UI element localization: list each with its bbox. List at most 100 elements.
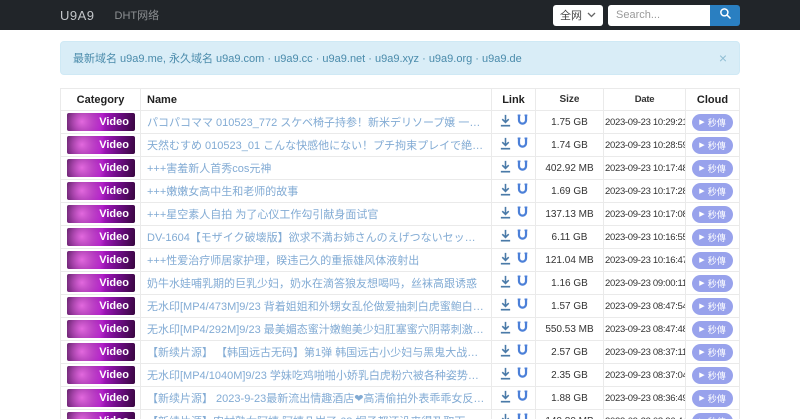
category-badge[interactable]: Video [67, 366, 135, 384]
magnet-icon[interactable] [516, 252, 529, 268]
instant-transfer-label: 秒傳 [707, 370, 726, 381]
close-icon[interactable]: × [719, 51, 727, 65]
instant-transfer-button[interactable]: ▶秒傳 [692, 366, 733, 384]
table-row: Video 【新续片源】农村熟女阿姨 阿姨几岁了 68 帽子都还没来得及取下 就开… [60, 409, 740, 419]
size-cell: 140.80 MB [535, 409, 604, 419]
torrent-name-link[interactable]: 无水印[MP4/473M]9/23 背着姐姐和外甥女乱伦做爱抽刺白虎蜜鲍白带都干… [147, 298, 485, 314]
table-row: Video 无水印[MP4/473M]9/23 背着姐姐和外甥女乱伦做爱抽刺白虎蜜… [60, 294, 740, 318]
instant-transfer-label: 秒傳 [707, 393, 726, 404]
date-cell: 2023-09-23 09:00:11 [603, 271, 686, 295]
magnet-icon[interactable] [516, 321, 529, 337]
category-badge[interactable]: Video [67, 136, 135, 154]
torrent-name-link[interactable]: +++性爱治疗师居家护理，睽违己久的重振雄风体液射出 [147, 252, 485, 268]
table-row: Video 天然むすめ 010523_01 こんな快感他にない！プチ拘束プレイで絶… [60, 133, 740, 157]
magnet-icon[interactable] [516, 390, 529, 406]
magnet-icon[interactable] [516, 114, 529, 130]
magnet-icon[interactable] [516, 229, 529, 245]
instant-transfer-button[interactable]: ▶秒傳 [692, 274, 733, 292]
instant-transfer-label: 秒傳 [707, 209, 726, 220]
instant-transfer-button[interactable]: ▶秒傳 [692, 320, 733, 338]
download-icon[interactable] [499, 367, 512, 383]
nav-dht-link[interactable]: DHT网络 [115, 7, 160, 23]
play-icon: ▶ [699, 187, 705, 195]
category-badge[interactable]: Video [67, 389, 135, 407]
top-navbar: U9A9 DHT网络 全网 [0, 0, 800, 30]
category-badge[interactable]: Video [67, 320, 135, 338]
instant-transfer-button[interactable]: ▶秒傳 [692, 113, 733, 131]
category-badge[interactable]: Video [67, 205, 135, 223]
category-badge[interactable]: Video [67, 228, 135, 246]
magnet-icon[interactable] [516, 183, 529, 199]
table-header-row: Category Name Link Size Date Cloud [60, 88, 740, 111]
instant-transfer-label: 秒傳 [707, 163, 726, 174]
instant-transfer-button[interactable]: ▶秒傳 [692, 389, 733, 407]
download-icon[interactable] [499, 206, 512, 222]
torrent-name-link[interactable]: +++嫩嫩女高中生和老师的故事 [147, 183, 485, 199]
brand-logo[interactable]: U9A9 [60, 8, 95, 23]
play-icon: ▶ [699, 348, 705, 356]
table-row: Video 【新续片源】 【韩国远古无码】第1弹 韩国远古小少妇与黑鬼大战，看着大… [60, 340, 740, 364]
date-cell: 2023-09-23 08:37:04 [603, 363, 686, 387]
table-row: Video +++害羞新人首秀cos元神 402.92 MB 2023-09-23 1… [60, 156, 740, 180]
category-badge[interactable]: Video [67, 113, 135, 131]
table-row: Video +++星空素人自拍 为了心仪工作勾引献身面试官 137.13 MB 202… [60, 202, 740, 226]
download-icon[interactable] [499, 183, 512, 199]
torrent-name-link[interactable]: 无水印[MP4/292M]9/23 最美媚态蜜汁嫩鲍美少妇肛塞蜜穴阴蒂刺激翻拍炮… [147, 321, 485, 337]
magnet-icon[interactable] [516, 160, 529, 176]
category-badge[interactable]: Video [67, 297, 135, 315]
download-icon[interactable] [499, 160, 512, 176]
torrent-name-link[interactable]: 【新续片源】农村熟女阿姨 阿姨几岁了 68 帽子都还没来得及取下 就开始了 被大… [147, 413, 485, 419]
magnet-icon[interactable] [516, 298, 529, 314]
download-icon[interactable] [499, 298, 512, 314]
instant-transfer-button[interactable]: ▶秒傳 [692, 228, 733, 246]
download-icon[interactable] [499, 252, 512, 268]
torrent-name-link[interactable]: 【新续片源】 【韩国远古无码】第1弹 韩国远古小少妇与黑鬼大战，看着大屌在韩国女… [147, 344, 485, 360]
instant-transfer-button[interactable]: ▶秒傳 [692, 412, 733, 419]
magnet-icon[interactable] [516, 275, 529, 291]
instant-transfer-button[interactable]: ▶秒傳 [692, 136, 733, 154]
category-badge[interactable]: Video [67, 159, 135, 177]
instant-transfer-button[interactable]: ▶秒傳 [692, 251, 733, 269]
instant-transfer-button[interactable]: ▶秒傳 [692, 343, 733, 361]
search-bar: 全网 [553, 4, 740, 26]
download-icon[interactable] [499, 137, 512, 153]
instant-transfer-button[interactable]: ▶秒傳 [692, 159, 733, 177]
size-cell: 402.92 MB [535, 156, 604, 180]
torrent-name-link[interactable]: +++害羞新人首秀cos元神 [147, 160, 485, 176]
category-badge[interactable]: Video [67, 251, 135, 269]
download-icon[interactable] [499, 390, 512, 406]
torrent-name-link[interactable]: 无水印[MP4/1040M]9/23 学妹吃鸡啪啪小娇乳白虎粉穴被各种姿势无套输… [147, 367, 485, 383]
table-row: Video +++嫩嫩女高中生和老师的故事 1.69 GB 2023-09-23 10… [60, 179, 740, 203]
magnet-icon[interactable] [516, 344, 529, 360]
torrent-name-link[interactable]: DV-1604【モザイク破壊版】欲求不満お姉さんのえげつないセックス 辰巳ゆい [147, 229, 485, 245]
magnet-icon[interactable] [516, 367, 529, 383]
instant-transfer-button[interactable]: ▶秒傳 [692, 297, 733, 315]
column-header-size: Size [535, 88, 604, 111]
search-button[interactable] [710, 4, 740, 26]
magnet-icon[interactable] [516, 206, 529, 222]
download-icon[interactable] [499, 275, 512, 291]
category-badge[interactable]: Video [67, 274, 135, 292]
download-icon[interactable] [499, 114, 512, 130]
category-badge[interactable]: Video [67, 412, 135, 419]
download-icon[interactable] [499, 344, 512, 360]
table-row: Video 【新续片源】 2023-9-23最新流出情趣酒店❤高清偷拍外表乖乖女反… [60, 386, 740, 410]
size-cell: 137.13 MB [535, 202, 604, 226]
download-icon[interactable] [499, 413, 512, 419]
category-badge[interactable]: Video [67, 182, 135, 200]
search-scope-select[interactable]: 全网 [553, 4, 603, 26]
magnet-icon[interactable] [516, 413, 529, 419]
magnet-icon[interactable] [516, 137, 529, 153]
torrent-name-link[interactable]: 【新续片源】 2023-9-23最新流出情趣酒店❤高清偷拍外表乖乖女反差婊穿上黑… [147, 390, 485, 406]
instant-transfer-button[interactable]: ▶秒傳 [692, 205, 733, 223]
torrent-name-link[interactable]: パコパコママ 010523_772 スケベ椅子持参！新米デリソープ嬢 一条まや [147, 114, 485, 130]
instant-transfer-button[interactable]: ▶秒傳 [692, 182, 733, 200]
download-icon[interactable] [499, 229, 512, 245]
torrent-name-link[interactable]: 奶牛水娃哺乳期的巨乳少妇，奶水在滴答狼友想喝吗，丝袜高跟诱惑 [147, 275, 485, 291]
torrent-name-link[interactable]: 天然むすめ 010523_01 こんな快感他にない！プチ拘束プレイで絶頂イキ 高… [147, 137, 485, 153]
download-icon[interactable] [499, 321, 512, 337]
search-input[interactable] [608, 4, 710, 26]
torrent-name-link[interactable]: +++星空素人自拍 为了心仪工作勾引献身面试官 [147, 206, 485, 222]
category-badge[interactable]: Video [67, 343, 135, 361]
date-cell: 2023-09-23 08:36:49 [603, 386, 686, 410]
